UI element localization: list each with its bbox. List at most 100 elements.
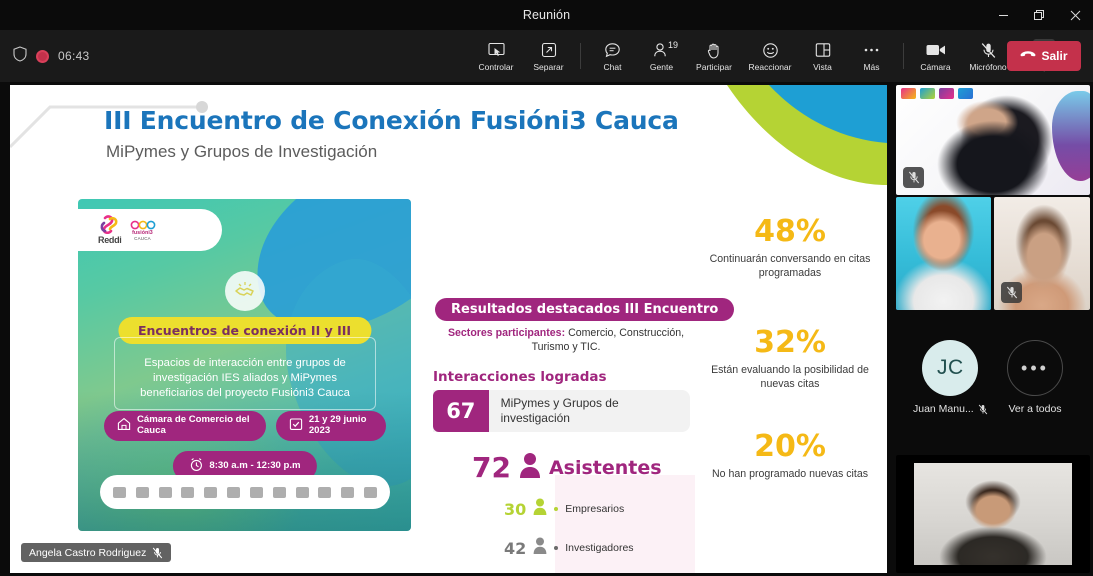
- sponsor-logo: [158, 486, 172, 498]
- stat-percent-1: 48%: [754, 214, 826, 249]
- people-label: Gente: [649, 61, 674, 72]
- stat-card-3: 20% No han programado nuevas citas: [702, 432, 878, 482]
- more-options-button[interactable]: Más: [847, 32, 896, 80]
- reactions-icon: [762, 41, 779, 60]
- view-layout-button[interactable]: Vista: [798, 32, 847, 80]
- reactions-button[interactable]: Reaccionar: [742, 32, 798, 80]
- video-overlay-logos: [901, 88, 973, 99]
- interactions-title: Interacciones logradas: [433, 369, 607, 385]
- empresarios-count: 30: [504, 499, 527, 519]
- poster-description: Espacios de interacción entre grupos de …: [114, 337, 376, 410]
- participant-video-4[interactable]: [896, 455, 1090, 573]
- stat-caption-1: Continuarán conversando en citas program…: [709, 253, 871, 279]
- stat-caption-3: No han programado nuevas citas: [711, 468, 869, 480]
- participant-video-feed: [914, 463, 1072, 565]
- investigadores-label: Investigadores: [565, 542, 634, 554]
- sponsor-logo: [295, 486, 309, 498]
- person-icon: [519, 452, 541, 483]
- slide-subtitle: MiPymes y Grupos de Investigación: [106, 142, 378, 161]
- raise-hand-button[interactable]: Participar: [686, 32, 742, 80]
- sponsor-logo: [135, 486, 149, 498]
- microphone-muted-icon: [978, 404, 988, 415]
- avatar-name-row: Juan Manu...: [913, 403, 988, 415]
- sponsor-logo: [958, 88, 973, 99]
- record-indicator: [36, 49, 49, 63]
- shared-content-slide[interactable]: III Encuentro de Conexión Fusióni3 Cauca…: [10, 85, 887, 573]
- attendees-label: Asistentes: [548, 456, 662, 479]
- participant-avatar-jc[interactable]: JC Juan Manu...: [913, 340, 988, 415]
- take-control-button[interactable]: Controlar: [468, 32, 524, 80]
- pop-out-icon: [541, 41, 557, 60]
- participant-video-2[interactable]: [896, 197, 991, 310]
- toolbar-divider-1: [580, 43, 581, 69]
- fusion-logo: fusióni3 CAUCA: [130, 220, 156, 241]
- microphone-muted-icon: [980, 41, 997, 60]
- sponsor-logo: [272, 486, 286, 498]
- investigadores-count: 42: [504, 538, 527, 558]
- interactions-text: MiPymes y Grupos de investigación: [500, 396, 619, 425]
- raise-hand-label: Participar: [696, 61, 732, 72]
- toolbar-right-group: Salir: [997, 30, 1093, 82]
- handshake-icon: [224, 271, 265, 311]
- poster-date-pill: 21 y 29 junio 2023: [275, 411, 386, 441]
- sponsor-logo: [318, 486, 332, 498]
- sponsor-logo: [249, 486, 263, 498]
- results-title-pill: Resultados destacados III Encuentro: [435, 298, 735, 321]
- camera-button[interactable]: Cámara: [911, 32, 960, 80]
- fusion-logo-caption: CAUCA: [134, 235, 151, 241]
- sponsor-logo: [341, 486, 355, 498]
- sponsor-logo: [204, 486, 218, 498]
- toolbar-divider-2: [903, 43, 904, 69]
- bullet-dot: [554, 546, 559, 550]
- calendar-check-icon: [289, 417, 303, 435]
- window-title: Reunión: [522, 8, 571, 22]
- close-icon[interactable]: [1057, 0, 1093, 30]
- interactions-row: 67 MiPymes y Grupos de investigación: [433, 390, 690, 432]
- avatar: JC: [922, 340, 979, 396]
- chat-icon: [604, 41, 621, 60]
- participant-video-1[interactable]: [896, 85, 1090, 195]
- sponsor-logo: [939, 88, 954, 99]
- reddi-logo: Reddi: [98, 215, 122, 245]
- more-options-label: Más: [863, 61, 880, 72]
- participant-video-feed: [896, 197, 991, 310]
- see-all-participants-button[interactable]: ••• Ver a todos: [1007, 340, 1063, 415]
- poster-info-pills: Cámara de Comercio del Cauca 21 y 29 jun…: [104, 411, 386, 441]
- participant-video-3[interactable]: [994, 197, 1090, 310]
- reddi-logo-text: Reddi: [98, 235, 122, 245]
- view-layout-label: Vista: [813, 61, 832, 72]
- leave-button[interactable]: Salir: [1007, 41, 1081, 71]
- slide-title: III Encuentro de Conexión Fusióni3 Cauca: [104, 106, 679, 135]
- minimize-icon[interactable]: [985, 0, 1021, 30]
- leave-button-label: Salir: [1041, 49, 1068, 63]
- stat-caption-2: Están evaluando la posibilidad de nuevas…: [711, 364, 869, 390]
- results-sectors: Sectores participantes: Comercio, Constr…: [435, 326, 697, 355]
- sponsor-logo: [364, 486, 378, 498]
- results-sectors-label: Sectores participantes:: [447, 327, 566, 339]
- person-icon: [533, 498, 547, 520]
- camera-icon: [926, 41, 946, 60]
- chat-button[interactable]: Chat: [588, 32, 637, 80]
- toolbar-left-group: 06:43: [13, 45, 90, 67]
- stat-card-1: 48% Continuarán conversando en citas pro…: [702, 217, 878, 281]
- poster-logo-pill: Reddi fusióni3 CAUCA: [78, 209, 222, 251]
- meeting-toolbar: 06:43 Controlar Separar Chat 19 Gente Pa…: [0, 30, 1093, 82]
- people-button[interactable]: 19 Gente: [637, 32, 686, 80]
- pop-out-button[interactable]: Separar: [524, 32, 573, 80]
- breakdown-row-investigadores: 42 Investigadores: [504, 537, 634, 559]
- microphone-muted-icon: [1001, 282, 1022, 303]
- hang-up-icon: [1020, 49, 1036, 63]
- sponsor-logo: [227, 486, 241, 498]
- more-options-icon: [863, 41, 880, 60]
- poster-date-text: 21 y 29 junio 2023: [308, 414, 367, 436]
- restore-icon[interactable]: [1021, 0, 1057, 30]
- stat-percent-2: 32%: [754, 325, 826, 360]
- presenter-name-chip: Angela Castro Rodriguez: [21, 543, 172, 562]
- poster-place-text: Cámara de Comercio del Cauca: [137, 414, 250, 436]
- raise-hand-icon: [706, 41, 722, 60]
- sponsor-logo: [920, 88, 935, 99]
- breakdown-row-empresarios: 30 Empresarios: [504, 498, 624, 520]
- chat-label: Chat: [603, 61, 622, 72]
- person-icon: [533, 537, 547, 559]
- sponsor-logo: [112, 486, 126, 498]
